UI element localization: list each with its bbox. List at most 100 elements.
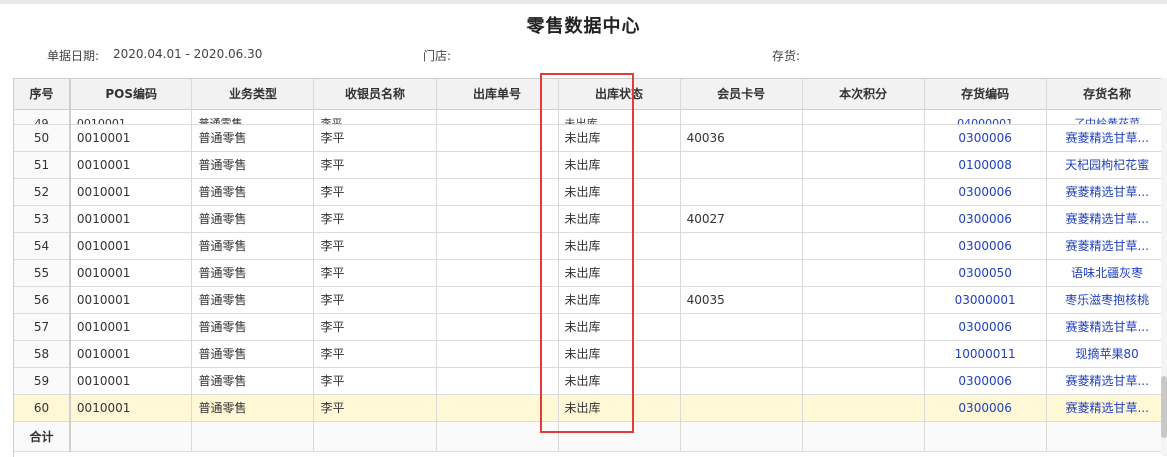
table-row[interactable]: 520010001普通零售李平未出库0300006赛菱精选甘草...3 [14,178,1167,206]
pos-code: 0010001 [69,232,193,260]
cashier-name: 李平 [313,340,437,368]
member-card [680,313,803,341]
column-header-points[interactable]: 本次积分 [802,79,925,110]
inventory-name[interactable]: 赛菱精选甘草... [1046,313,1167,341]
date-filter-value[interactable]: 2020.04.01 - 2020.06.30 [113,47,262,61]
outbound-status: 未出库 [558,313,681,341]
points [802,178,925,206]
cashier-name: 李平 [313,286,437,314]
pos-code-text: 0010001 [76,116,126,124]
inventory-name[interactable]: 赛菱精选甘草... [1046,367,1167,395]
outbound-no [436,286,559,314]
column-header-member[interactable]: 会员卡号 [680,79,803,110]
inventory-code[interactable]: 04000001 [924,109,1047,125]
column-header-seq[interactable]: 序号 [14,79,71,110]
cashier-name-text: 李平 [320,116,343,124]
inventory-code[interactable]: 0300006 [924,232,1047,260]
business-type: 普通零售 [191,259,315,287]
member-card [680,232,803,260]
inventory-code[interactable]: 0300006 [924,205,1047,233]
inventory-code[interactable]: 0300050 [924,259,1047,287]
cashier-name: 李平 [313,151,437,179]
cashier-name: 李平 [313,367,437,395]
points [802,151,925,179]
table-row[interactable]: 500010001普通零售李平未出库400360300006赛菱精选甘草...3 [14,124,1167,152]
column-header-status[interactable]: 出库状态 [558,79,681,110]
points [802,286,925,314]
table-row[interactable]: 560010001普通零售李平未出库4003503000001枣乐滋枣抱核桃3 [14,286,1167,314]
inventory-code[interactable]: 10000011 [924,340,1047,368]
row-seq: 55 [14,259,71,287]
column-header-pos[interactable]: POS编码 [69,79,193,110]
table-row[interactable]: 510010001普通零售李平未出库0100008天杞园枸杞花蜜3 [14,151,1167,179]
column-header-name[interactable]: 存货名称 [1046,79,1167,110]
member-card [680,109,803,125]
inventory-code[interactable]: 0300006 [924,394,1047,422]
business-type: 普通零售 [191,340,315,368]
points [802,367,925,395]
business-type: 普通零售 [191,151,315,179]
inventory-code[interactable]: 03000001 [924,286,1047,314]
table-row[interactable]: 600010001普通零售李平未出库0300006赛菱精选甘草...3 [14,394,1167,422]
outbound-status: 未出库 [558,124,681,152]
inventory-name-text: 了中岭黄花菜 [1074,116,1141,124]
inventory-code[interactable]: 0300006 [924,313,1047,341]
points-text [809,115,918,124]
inventory-name[interactable]: 枣乐滋枣抱核桃 [1046,286,1167,314]
inventory-code[interactable]: 0300006 [924,178,1047,206]
outbound-no [436,394,559,422]
table-row-partial[interactable]: 49 0010001 普通零售 李平 未出库 04000001 了中岭黄花菜 [14,109,1167,125]
data-table: 序号 POS编码 业务类型 收银员名称 出库单号 出库状态 会员卡号 本次积分 存货编码 存货名称… [14,79,1167,452]
scrollbar-thumb[interactable] [1161,376,1167,438]
cashier-name: 李平 [313,394,437,422]
inventory-name[interactable]: 语味北疆灰枣 [1046,259,1167,287]
cashier-name: 李平 [313,109,437,125]
vertical-scrollbar[interactable] [1161,78,1167,456]
business-type-text: 普通零售 [198,116,243,124]
points [802,394,925,422]
inventory-name[interactable]: 了中岭黄花菜 [1046,109,1167,125]
cashier-name: 李平 [313,259,437,287]
table-row[interactable]: 540010001普通零售李平未出库0300006赛菱精选甘草...3 [14,232,1167,260]
inventory-code[interactable]: 0100008 [924,151,1047,179]
inventory-name[interactable]: 天杞园枸杞花蜜 [1046,151,1167,179]
inventory-name[interactable]: 赛菱精选甘草... [1046,232,1167,260]
table-row[interactable]: 590010001普通零售李平未出库0300006赛菱精选甘草...3 [14,367,1167,395]
store-filter-label[interactable]: 门店: [423,47,451,64]
outbound-no [436,340,559,368]
inventory-code[interactable]: 0300006 [924,367,1047,395]
table-row[interactable]: 570010001普通零售李平未出库0300006赛菱精选甘草...3 [14,313,1167,341]
points [802,313,925,341]
column-header-biz[interactable]: 业务类型 [191,79,315,110]
pos-code: 0010001 [69,286,193,314]
business-type: 普通零售 [191,367,315,395]
row-seq: 56 [14,286,71,314]
inventory-name[interactable]: 赛菱精选甘草... [1046,205,1167,233]
inventory-name[interactable]: 赛菱精选甘草... [1046,178,1167,206]
pos-code: 0010001 [69,340,193,368]
business-type: 普通零售 [191,394,315,422]
total-cell [69,421,193,452]
outbound-no [436,151,559,179]
retail-data-grid[interactable]: 序号 POS编码 业务类型 收银员名称 出库单号 出库状态 会员卡号 本次积分 存货编码 存货名称… [13,78,1167,457]
inventory-filter-label[interactable]: 存货: [772,47,800,64]
column-header-cashier[interactable]: 收银员名称 [313,79,437,110]
table-row[interactable]: 550010001普通零售李平未出库0300050语味北疆灰枣4 [14,259,1167,287]
table-row[interactable]: 530010001普通零售李平未出库400270300006赛菱精选甘草...3 [14,205,1167,233]
outbound-no [436,178,559,206]
pos-code: 0010001 [69,259,193,287]
column-header-code[interactable]: 存货编码 [924,79,1047,110]
row-seq-text: 49 [34,116,49,124]
total-cell [680,421,803,452]
cashier-name: 李平 [313,178,437,206]
column-header-outbound-no[interactable]: 出库单号 [436,79,559,110]
table-row[interactable]: 580010001普通零售李平未出库10000011现摘苹果805 [14,340,1167,368]
inventory-name[interactable]: 现摘苹果80 [1046,340,1167,368]
inventory-name[interactable]: 赛菱精选甘草... [1046,394,1167,422]
inventory-code[interactable]: 0300006 [924,124,1047,152]
inventory-name[interactable]: 赛菱精选甘草... [1046,124,1167,152]
pos-code: 0010001 [69,367,193,395]
row-seq: 49 [14,109,71,125]
points [802,205,925,233]
page-title: 零售数据中心 [526,16,641,37]
